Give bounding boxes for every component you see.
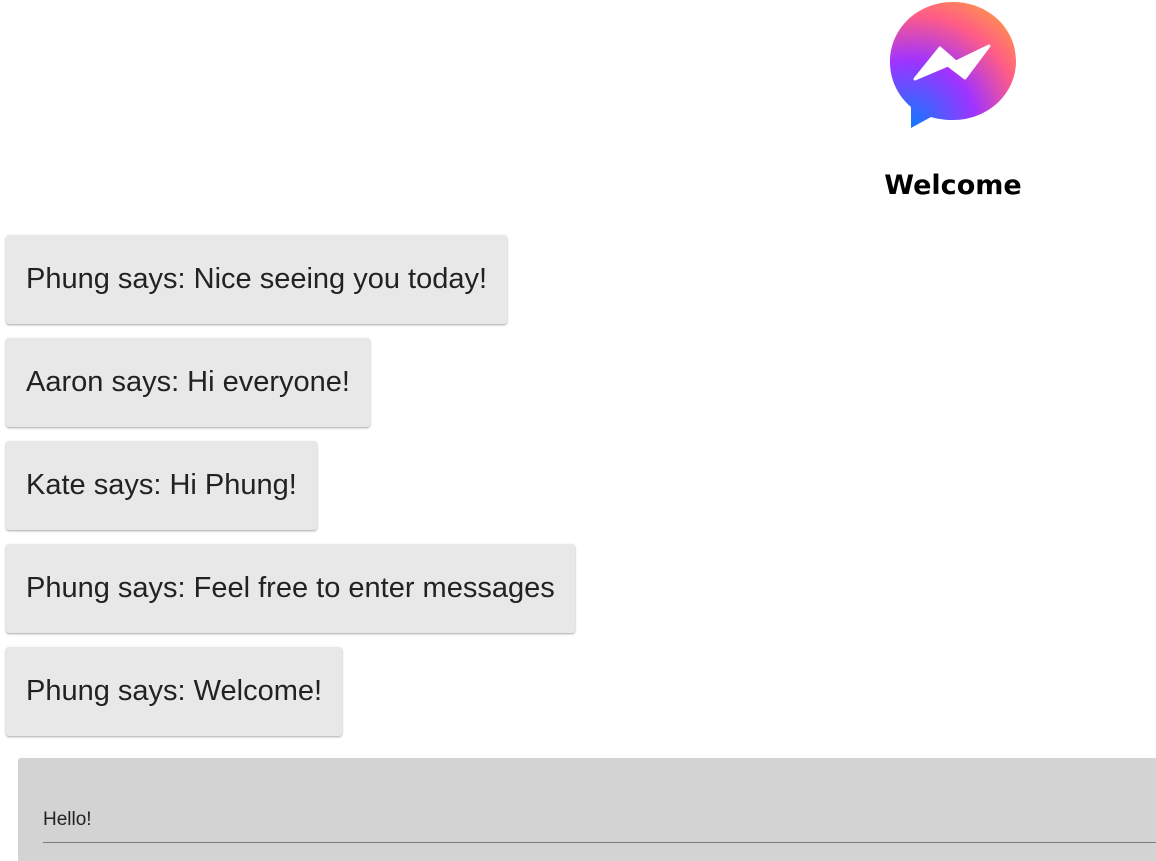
message-item: Aaron says: Hi everyone! xyxy=(6,338,370,427)
message-list: Phung says: Nice seeing you today! Aaron… xyxy=(6,235,575,750)
page-title: Welcome xyxy=(884,170,1022,201)
message-composer xyxy=(18,758,1156,861)
message-item: Phung says: Feel free to enter messages xyxy=(6,544,575,633)
header: Welcome xyxy=(872,0,1034,199)
message-item: Phung says: Welcome! xyxy=(6,647,343,736)
message-item: Phung says: Nice seeing you today! xyxy=(6,235,508,324)
messenger-logo-icon xyxy=(890,2,1016,128)
message-input[interactable] xyxy=(43,798,1156,843)
message-item: Kate says: Hi Phung! xyxy=(6,441,317,530)
chat-page: Welcome Phung says: Nice seeing you toda… xyxy=(0,0,1156,861)
